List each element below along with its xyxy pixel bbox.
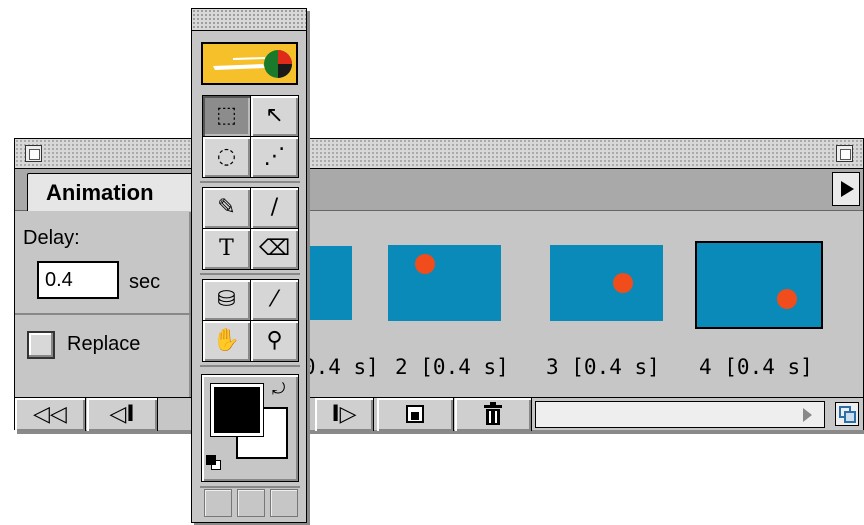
frame-2-thumbnail[interactable] [388, 245, 501, 321]
palette-title-bar[interactable] [15, 139, 863, 169]
divider [200, 365, 300, 367]
delay-label: Delay: [23, 227, 80, 249]
animation-palette: Animation Delay: 0.4 sec Replace 1 [0.4 … [14, 138, 864, 431]
step-forward-button[interactable]: I▷ [315, 398, 374, 431]
foreground-color-swatch[interactable] [210, 383, 264, 437]
hand-tool-button[interactable]: ✋ [202, 320, 251, 362]
magic-wand-icon: ⋰ [263, 144, 286, 169]
brush-icon: / [270, 195, 279, 220]
tab-animation[interactable]: Animation [27, 173, 199, 211]
tools-palette: ⬚ ↖ ◌ ⋰ ✎ / T ⌫ ⛁ ⁄ ✋ ⚲ ⤾ [191, 8, 307, 523]
frame-3-thumbnail[interactable] [550, 245, 663, 321]
replace-checkbox[interactable] [27, 331, 55, 359]
frame-4-thumbnail[interactable] [695, 241, 823, 329]
tools-title-bar[interactable] [192, 9, 306, 31]
resize-box-icon[interactable] [835, 402, 859, 426]
eyedropper-icon: ⁄ [272, 287, 277, 312]
paint-bucket-tool-button[interactable]: ⛁ [202, 279, 251, 321]
frames-scrollbar[interactable] [535, 401, 825, 428]
close-box-icon[interactable] [25, 145, 42, 162]
frame-2-label: 2 [0.4 s] [395, 355, 509, 379]
zoom-tool-button[interactable]: ⚲ [250, 320, 299, 362]
zoom-icon: ⚲ [266, 328, 283, 353]
move-icon: ↖ [265, 103, 284, 128]
divider [200, 273, 300, 275]
eraser-tool-button[interactable]: ⌫ [250, 228, 299, 270]
zoom-box-icon[interactable] [836, 145, 853, 162]
quick-mask-mode-icon[interactable] [237, 489, 265, 517]
hand-icon: ✋ [212, 328, 241, 353]
new-frame-button[interactable] [377, 398, 454, 431]
eyedropper-tool-button[interactable]: ⁄ [250, 279, 299, 321]
pencil-tool-button[interactable]: ✎ [202, 187, 251, 229]
marquee-icon: ⬚ [216, 103, 237, 128]
frame-3-label: 3 [0.4 s] [546, 355, 660, 379]
divider [200, 181, 300, 183]
frame-options-panel: Delay: 0.4 sec Replace [15, 212, 191, 398]
pencil-icon: ✎ [217, 195, 236, 220]
new-frame-icon [406, 405, 424, 423]
default-colors-icon[interactable] [206, 455, 222, 471]
frame-4-label: 4 [0.4 s] [699, 355, 813, 379]
paint-bucket-icon: ⛁ [217, 287, 236, 312]
eraser-icon: ⌫ [258, 236, 291, 261]
color-swatches: ⤾ [201, 374, 299, 482]
replace-label: Replace [67, 333, 141, 355]
swap-colors-icon[interactable]: ⤾ [272, 379, 285, 399]
standard-mode-icon[interactable] [204, 489, 232, 517]
delete-frame-button[interactable] [455, 398, 532, 431]
lasso-icon: ◌ [216, 144, 237, 169]
delay-input[interactable]: 0.4 [37, 261, 119, 299]
step-back-button[interactable]: ◁I [87, 398, 158, 431]
type-tool-button[interactable]: T [202, 228, 251, 270]
tab-bar: Animation [15, 169, 863, 211]
animation-controls-bar: ◁◁ ◁I I▷ [15, 397, 863, 431]
brush-tool-button[interactable]: / [250, 187, 299, 229]
divider [15, 313, 191, 315]
move-tool-button[interactable]: ↖ [250, 95, 299, 137]
scroll-right-arrow-icon[interactable] [803, 408, 812, 422]
lasso-tool-button[interactable]: ◌ [202, 136, 251, 178]
ball [415, 254, 435, 274]
marquee-tool-button[interactable]: ⬚ [202, 95, 251, 137]
trash-icon [484, 402, 502, 425]
divider [200, 486, 300, 488]
ball [777, 289, 797, 309]
type-icon: T [219, 236, 234, 261]
app-logo-button[interactable] [201, 42, 298, 85]
logo-icon [213, 50, 292, 78]
rewind-button[interactable]: ◁◁ [15, 398, 86, 431]
screen-mode-icon[interactable] [270, 489, 298, 517]
palette-menu-arrow-icon[interactable] [832, 172, 860, 206]
delay-unit-label: sec [129, 271, 161, 293]
ball [613, 273, 633, 293]
magic-wand-tool-button[interactable]: ⋰ [250, 136, 299, 178]
